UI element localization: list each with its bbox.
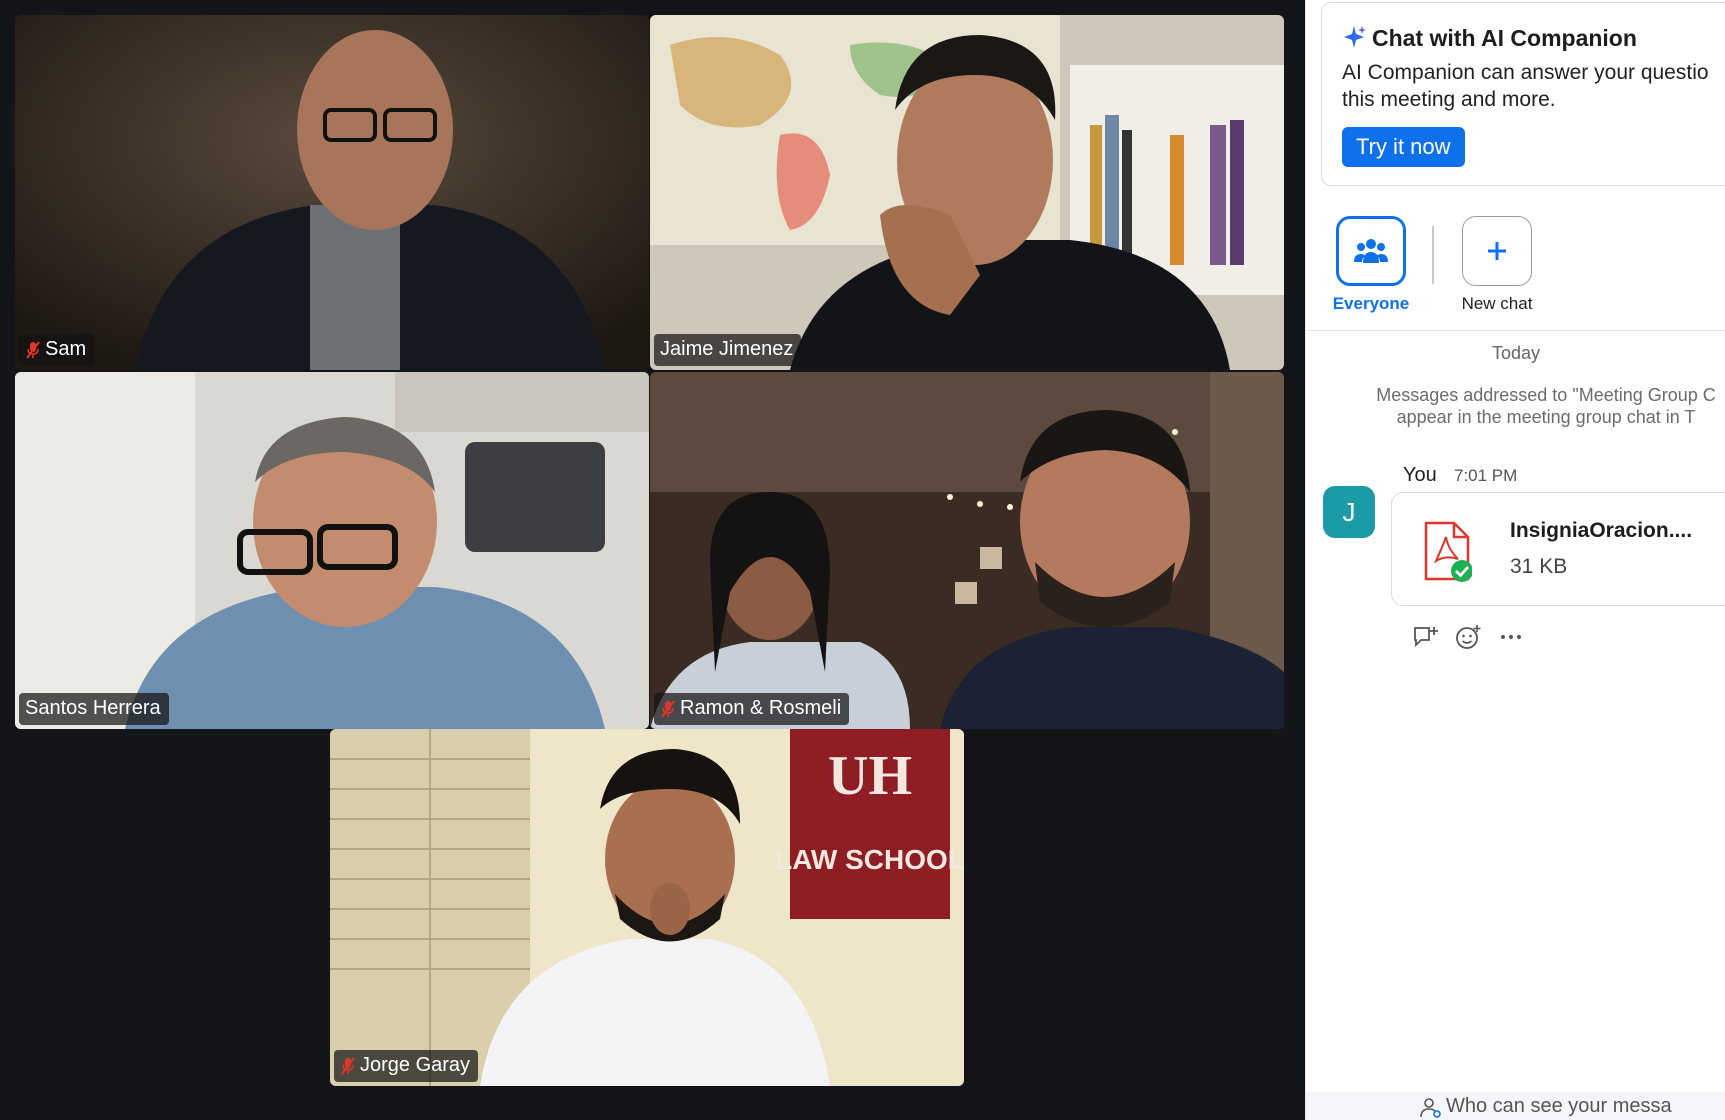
chat-footer: Who can see your messa: [1306, 1092, 1725, 1120]
emoji-icon: [1456, 625, 1481, 649]
channel-label: New chat: [1461, 294, 1533, 313]
participant-nameplate: Jaime Jimenez: [654, 334, 802, 366]
video-feed: [15, 15, 649, 370]
banner-logo: UH: [828, 745, 912, 807]
divider: [1306, 330, 1725, 331]
participant-name: Jorge Garay: [360, 1054, 471, 1076]
date-divider: Today: [1491, 343, 1541, 363]
participant-nameplate: Jorge Garay: [334, 1050, 479, 1082]
participant-name: Ramon & Rosmeli: [680, 697, 842, 719]
ai-companion-description: AI Companion can answer your questio thi…: [1342, 61, 1709, 111]
channel-divider: [1432, 226, 1434, 284]
channel-label: Everyone: [1332, 294, 1410, 313]
new-chat-button[interactable]: New chat: [1452, 216, 1542, 314]
ai-companion-title: Chat with AI Companion: [1372, 25, 1637, 51]
channel-everyone[interactable]: Everyone: [1326, 216, 1416, 314]
participant-nameplate: Santos Herrera: [19, 693, 169, 725]
participant-nameplate: Sam: [19, 334, 95, 366]
try-it-now-button[interactable]: Try it now: [1342, 127, 1465, 167]
ai-companion-card: Chat with AI Companion AI Companion can …: [1321, 2, 1725, 186]
file-size: 31 KB: [1510, 555, 1568, 578]
video-feed: [650, 372, 1284, 729]
message-time: 7:01 PM: [1454, 466, 1518, 485]
video-tile-ramon-rosmeli[interactable]: Ramon & Rosmeli: [650, 372, 1284, 729]
people-icon: [1354, 239, 1388, 263]
video-tile-jaime-jimenez[interactable]: Jaime Jimenez: [650, 15, 1284, 370]
add-reaction-button[interactable]: [1453, 622, 1483, 652]
ellipsis-icon: [1501, 635, 1521, 639]
banner-text: LAW SCHOOL: [775, 844, 964, 875]
avatar[interactable]: J: [1323, 486, 1375, 538]
chat-panel: Chat with AI Companion AI Companion can …: [1305, 0, 1725, 1120]
video-feed: [15, 372, 649, 729]
video-gallery: Sam Jaime Jimenez Santos Herrera Ramon &…: [0, 0, 1305, 1120]
reply-in-thread-button[interactable]: [1411, 622, 1441, 652]
system-message: Messages addressed to "Meeting Group C a…: [1376, 385, 1716, 427]
file-attachment[interactable]: InsigniaOracion.... 31 KB: [1391, 492, 1725, 606]
file-name: InsigniaOracion....: [1510, 519, 1693, 542]
reply-icon: [1414, 627, 1438, 648]
message-visibility-link[interactable]: Who can see your messa: [1446, 1095, 1672, 1118]
mic-muted-icon: [341, 1056, 355, 1075]
participant-name: Jaime Jimenez: [660, 338, 794, 360]
participant-nameplate: Ramon & Rosmeli: [654, 693, 850, 725]
video-tile-santos-herrera[interactable]: Santos Herrera: [15, 372, 649, 729]
participant-name: Santos Herrera: [25, 697, 161, 719]
video-tile-sam[interactable]: Sam: [15, 15, 649, 370]
video-tile-jorge-garay[interactable]: UH LAW SCHOOL Jorge Garay: [330, 729, 964, 1086]
mic-muted-icon: [26, 340, 40, 359]
video-feed: UH LAW SCHOOL: [330, 729, 964, 1086]
plus-icon: [1488, 242, 1506, 260]
pdf-file-icon: [1424, 521, 1472, 582]
message-sender: You: [1403, 464, 1437, 486]
person-eye-icon: [1420, 1098, 1441, 1118]
participant-name: Sam: [45, 338, 87, 360]
video-feed: [650, 15, 1284, 370]
mic-muted-icon: [661, 699, 675, 718]
sparkle-icon: [1344, 26, 1366, 48]
more-options-button[interactable]: [1496, 622, 1526, 652]
